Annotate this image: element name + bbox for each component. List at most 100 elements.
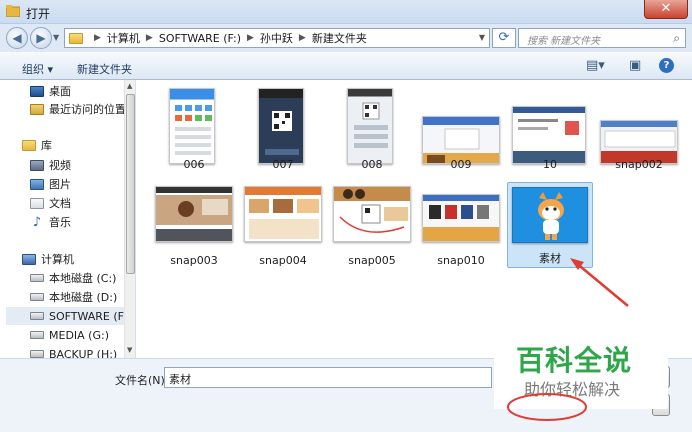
sidebar-item-label: 视频 bbox=[49, 159, 71, 172]
folder-icon bbox=[6, 5, 20, 17]
sidebar-item-computer[interactable]: 计算机 bbox=[22, 250, 135, 268]
file-name: snap002 bbox=[615, 158, 663, 171]
sidebar-item-desktop[interactable]: 桌面 bbox=[30, 82, 135, 100]
file-thumbnail bbox=[422, 116, 500, 164]
watermark-slogan: 助你轻松解决 bbox=[524, 380, 621, 399]
file-name: snap005 bbox=[348, 254, 396, 267]
video-library-icon bbox=[30, 159, 44, 171]
file-name: snap004 bbox=[259, 254, 307, 267]
breadcrumb-separator-icon[interactable]: ▶ bbox=[94, 33, 101, 43]
file-thumbnail bbox=[155, 186, 233, 242]
help-icon: ? bbox=[663, 60, 670, 71]
file-name: 007 bbox=[272, 158, 294, 171]
new-folder-button[interactable]: 新建文件夹 bbox=[77, 61, 132, 77]
close-button[interactable]: ✕ bbox=[644, 0, 688, 19]
breadcrumb-separator-icon[interactable]: ▶ bbox=[247, 33, 254, 43]
drive-icon bbox=[30, 274, 44, 282]
file-name: 006 bbox=[183, 158, 205, 171]
breadcrumb-separator-icon[interactable]: ▶ bbox=[299, 33, 306, 43]
file-thumbnail bbox=[512, 106, 586, 164]
forward-arrow-icon: ▶ bbox=[36, 31, 46, 45]
recent-pages-dropdown[interactable]: ▼ bbox=[53, 33, 59, 42]
recent-places-icon bbox=[30, 103, 44, 115]
documents-library-icon bbox=[30, 197, 44, 209]
sidebar-item-label: MEDIA (G:) bbox=[49, 328, 109, 342]
file-name: 素材 bbox=[539, 252, 561, 265]
watermark-logo: 百科全说 助你轻松解决 bbox=[494, 323, 668, 409]
file-item[interactable]: snap003 bbox=[151, 182, 237, 268]
sidebar-item-drive-h[interactable]: BACKUP (H:) bbox=[30, 345, 135, 359]
close-icon: ✕ bbox=[660, 1, 672, 16]
breadcrumb-drive[interactable]: SOFTWARE (F:) bbox=[159, 32, 241, 45]
file-item-selected[interactable]: 素材 bbox=[507, 182, 593, 268]
sidebar-item-label: 音乐 bbox=[49, 216, 71, 229]
back-arrow-icon: ◀ bbox=[12, 31, 22, 45]
file-name: 10 bbox=[543, 158, 557, 171]
sidebar-item-drive-c[interactable]: 本地磁盘 (C:) bbox=[30, 269, 135, 287]
sidebar-item-label: 图片 bbox=[49, 178, 71, 191]
help-button[interactable]: ? bbox=[659, 58, 674, 73]
library-icon bbox=[22, 139, 36, 151]
back-button[interactable]: ◀ bbox=[6, 27, 28, 49]
sidebar-item-label: SOFTWARE (F:) bbox=[49, 309, 132, 323]
file-item[interactable]: snap005 bbox=[329, 182, 415, 268]
address-dropdown-icon[interactable]: ▼ bbox=[479, 33, 485, 42]
search-icon: ⌕ bbox=[673, 31, 680, 45]
sidebar-item-label: 桌面 bbox=[49, 85, 71, 98]
sidebar-item-drive-d[interactable]: 本地磁盘 (D:) bbox=[30, 288, 135, 306]
sidebar-item-music[interactable]: ♪ 音乐 bbox=[30, 213, 135, 231]
sidebar-item-label: 计算机 bbox=[41, 253, 74, 266]
file-item[interactable]: 006 bbox=[151, 86, 237, 172]
folder-icon bbox=[69, 32, 83, 44]
sidebar-item-recent-places[interactable]: 最近访问的位置 bbox=[30, 100, 135, 118]
breadcrumb-computer[interactable]: 计算机 bbox=[107, 30, 140, 46]
drive-icon bbox=[30, 331, 44, 339]
scrollbar-thumb[interactable] bbox=[126, 94, 135, 274]
file-item[interactable]: 10 bbox=[507, 86, 593, 172]
breadcrumb-current-folder[interactable]: 新建文件夹 bbox=[312, 30, 367, 46]
sidebar-item-libraries[interactable]: 库 bbox=[22, 136, 135, 154]
drive-icon bbox=[30, 293, 44, 301]
sidebar-item-documents[interactable]: 文档 bbox=[30, 194, 135, 212]
file-item[interactable]: snap004 bbox=[240, 182, 326, 268]
scroll-up-icon[interactable]: ▲ bbox=[127, 82, 132, 90]
file-name: 008 bbox=[361, 158, 383, 171]
sidebar-item-label: BACKUP (H:) bbox=[49, 347, 118, 359]
pictures-library-icon bbox=[30, 178, 44, 190]
scroll-down-icon[interactable]: ▼ bbox=[127, 346, 132, 354]
file-item[interactable]: 009 bbox=[418, 86, 504, 172]
sidebar-scrollbar[interactable]: ▲ ▼ bbox=[124, 80, 135, 358]
filename-label: 文件名(N): bbox=[115, 374, 169, 387]
sidebar-item-pictures[interactable]: 图片 bbox=[30, 175, 135, 193]
file-item[interactable]: 007 bbox=[240, 86, 326, 172]
sidebar-item-drive-f[interactable]: SOFTWARE (F:) bbox=[6, 307, 131, 325]
sidebar-item-label: 库 bbox=[41, 139, 52, 152]
file-item[interactable]: 008 bbox=[329, 86, 415, 172]
forward-button[interactable]: ▶ bbox=[30, 27, 52, 49]
file-item[interactable]: snap010 bbox=[418, 182, 504, 268]
view-options-icon[interactable]: ▤▾ bbox=[586, 58, 605, 73]
window-title: 打开 bbox=[26, 7, 51, 21]
sidebar-item-drive-g[interactable]: MEDIA (G:) bbox=[30, 326, 135, 344]
drive-icon bbox=[30, 312, 44, 320]
title-bar: 打开 ✕ bbox=[0, 0, 692, 24]
file-item[interactable]: snap002 bbox=[596, 86, 682, 172]
address-bar[interactable]: ▶ 计算机 ▶ SOFTWARE (F:) ▶ 孙中跃 ▶ 新建文件夹 ▼ bbox=[64, 28, 490, 48]
filename-input[interactable]: 素材 bbox=[164, 367, 492, 388]
breadcrumb-user-folder[interactable]: 孙中跃 bbox=[260, 30, 293, 46]
sidebar-item-label: 最近访问的位置 bbox=[49, 103, 126, 116]
navigation-pane: 桌面 最近访问的位置 库 视频 图片 文档 ♪ 音乐 计算机 本地磁盘 (C:)… bbox=[0, 80, 136, 358]
watermark-brand: 百科全说 bbox=[516, 344, 633, 377]
drive-icon bbox=[30, 350, 44, 358]
file-name: snap003 bbox=[170, 254, 218, 267]
search-input[interactable]: 搜索 新建文件夹 ⌕ bbox=[518, 28, 686, 48]
command-toolbar: 组织 ▾ 新建文件夹 ▤▾ ▣ ? bbox=[0, 52, 692, 80]
computer-icon bbox=[22, 253, 36, 265]
organize-button[interactable]: 组织 ▾ bbox=[22, 61, 53, 77]
breadcrumb-separator-icon[interactable]: ▶ bbox=[146, 33, 153, 43]
sidebar-item-label: 文档 bbox=[49, 197, 71, 210]
desktop-icon bbox=[30, 85, 44, 97]
refresh-button[interactable]: ⟳ bbox=[492, 28, 516, 48]
sidebar-item-videos[interactable]: 视频 bbox=[30, 156, 135, 174]
preview-pane-icon[interactable]: ▣ bbox=[629, 58, 641, 73]
